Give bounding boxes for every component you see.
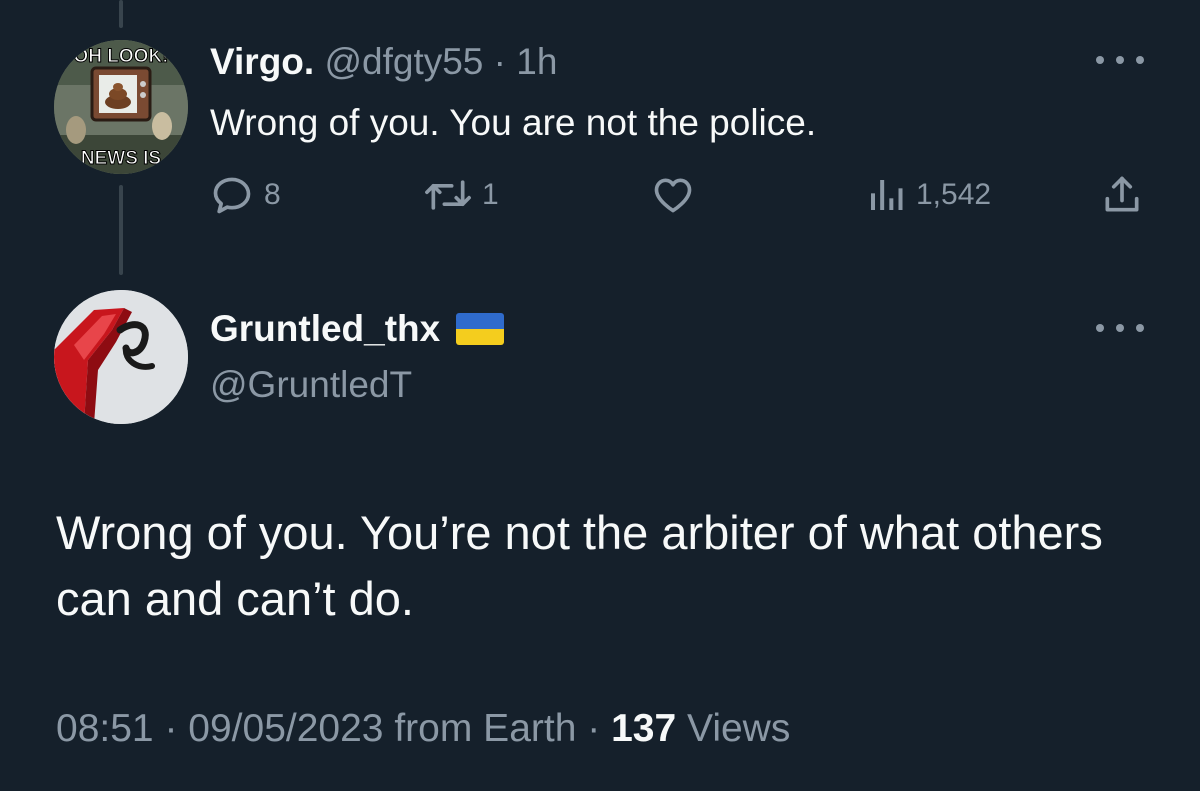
bar-chart-icon: [871, 180, 903, 210]
main-more-button[interactable]: [1096, 318, 1144, 338]
views-button[interactable]: 1,542: [866, 170, 991, 220]
reply-tweet-text: Wrong of you. You are not the police.: [210, 102, 817, 143]
avatar-gruntled[interactable]: [54, 290, 188, 424]
ellipsis-icon: [1096, 56, 1104, 64]
avatar-caption-top: OH LOOK!: [74, 46, 169, 67]
ellipsis-icon: [1136, 324, 1144, 332]
reply-tweet-header: Virgo. @dfgty55 · 1h: [210, 40, 557, 84]
views-count: 1,542: [916, 178, 992, 211]
thread-connector-top: [119, 0, 123, 28]
footer-separator: ·: [587, 707, 601, 750]
avatar-virgo[interactable]: OH LOOK! NEWS IS: [54, 40, 188, 174]
footer-views-label[interactable]: Views: [687, 707, 790, 750]
ellipsis-icon: [1136, 56, 1144, 64]
reply-count: 8: [264, 178, 281, 211]
reply-separator: ·: [493, 41, 506, 82]
reply-handle[interactable]: @dfgty55: [324, 41, 483, 82]
reply-display-name[interactable]: Virgo.: [210, 41, 314, 82]
main-tweet-footer: 08:51 · 09/05/2023 from Earth · 137 View…: [56, 704, 790, 754]
ellipsis-icon: [1116, 324, 1124, 332]
retweet-button[interactable]: 1: [424, 170, 499, 220]
reply-time[interactable]: 1h: [516, 41, 557, 82]
reply-more-button[interactable]: [1096, 50, 1144, 70]
reply-button[interactable]: 8: [210, 170, 281, 220]
footer-views-count[interactable]: 137: [611, 707, 676, 750]
footer-source: from Earth: [394, 707, 577, 750]
avatar-virgo-image: OH LOOK! NEWS IS: [54, 40, 188, 174]
main-tweet-text: Wrong of you. You’re not the arbiter of …: [56, 506, 1103, 625]
footer-date[interactable]: 09/05/2023: [188, 707, 383, 750]
like-button[interactable]: [650, 170, 706, 220]
thread-connector-middle: [119, 185, 123, 275]
ellipsis-icon: [1096, 324, 1104, 332]
retweet-arrows-icon: [425, 180, 471, 210]
avatar-gruntled-image: [54, 290, 188, 424]
main-tweet-author: Gruntled_thx: [210, 306, 505, 352]
main-display-name[interactable]: Gruntled_thx: [210, 306, 440, 352]
ellipsis-icon: [1116, 56, 1124, 64]
heart-icon: [654, 178, 692, 213]
footer-time[interactable]: 08:51: [56, 707, 154, 750]
ukraine-flag-icon: [456, 313, 505, 345]
speech-bubble-icon: [213, 177, 251, 214]
retweet-count: 1: [482, 178, 499, 211]
main-handle[interactable]: @GruntledT: [210, 362, 412, 408]
upload-arrow-icon: [1105, 176, 1139, 212]
reply-action-bar: 8 1 1,542: [210, 170, 1150, 220]
share-button[interactable]: [1100, 170, 1144, 220]
avatar-caption-bottom: NEWS IS: [81, 148, 161, 169]
footer-separator: ·: [164, 707, 178, 750]
